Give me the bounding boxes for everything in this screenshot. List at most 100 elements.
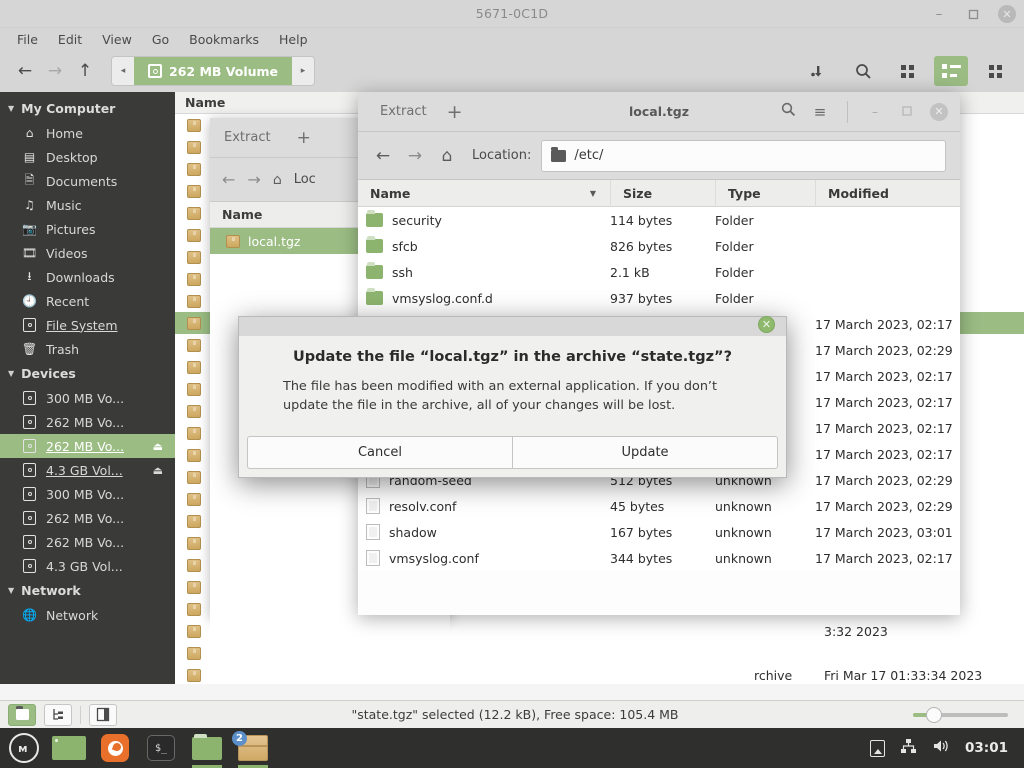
archive-row[interactable]: resolv.conf 45 bytes unknown 17 March 2023,… xyxy=(358,493,960,519)
sidebar-item-device-5[interactable]: 262 MB Vo... xyxy=(0,506,175,530)
sidebar-item-recent[interactable]: 🕘 Recent xyxy=(0,289,175,313)
search-icon[interactable] xyxy=(846,56,880,86)
sidebar-item-documents[interactable]: 🗎 Documents xyxy=(0,169,175,193)
menu-help[interactable]: Help xyxy=(270,30,317,49)
sidebar-item-file-system[interactable]: File System xyxy=(0,313,175,337)
cell-name: vmsyslog.conf.d xyxy=(358,288,610,306)
compact-view-icon[interactable] xyxy=(978,56,1012,86)
sidebar-toggle-icon[interactable] xyxy=(89,703,117,726)
archive-row[interactable]: ssh 2.1 kB Folder xyxy=(358,259,960,285)
clock[interactable]: 03:01 xyxy=(965,740,1008,756)
sidebar-item-device-6[interactable]: 262 MB Vo... xyxy=(0,530,175,554)
menu-view[interactable]: View xyxy=(93,30,141,49)
icon-view-icon[interactable] xyxy=(890,56,924,86)
menu-button[interactable] xyxy=(9,733,39,763)
archive-row[interactable]: sfcb 826 bytes Folder xyxy=(358,233,960,259)
sidebar-group-label: Devices xyxy=(21,366,76,381)
search-icon[interactable] xyxy=(779,102,797,121)
sidebar-item-label: 300 MB Vo... xyxy=(46,390,125,406)
up-icon[interactable]: ↑ xyxy=(72,58,98,84)
cell-modified: 17 March 2023, 02:29 xyxy=(815,342,953,358)
list-view-icon[interactable] xyxy=(934,56,968,86)
add-files-icon[interactable]: + xyxy=(437,101,473,123)
minimize-button[interactable]: – xyxy=(930,5,948,23)
sidebar-item-pictures[interactable]: 📷 Pictures xyxy=(0,217,175,241)
back-icon[interactable]: ← xyxy=(12,58,38,84)
location-input[interactable]: /etc/ xyxy=(541,139,946,172)
close-button[interactable]: ✕ xyxy=(998,5,1016,23)
home-icon[interactable]: ⌂ xyxy=(273,172,282,188)
breadcrumb-scroll-left-icon[interactable]: ◂ xyxy=(112,57,134,85)
back-icon[interactable]: ← xyxy=(372,146,394,166)
zoom-slider-handle[interactable] xyxy=(926,706,942,723)
toggle-location-entry-icon[interactable] xyxy=(802,56,836,86)
sidebar-item-desktop[interactable]: ▤ Desktop xyxy=(0,145,175,169)
menu-file[interactable]: File xyxy=(8,30,47,49)
sidebar-group-network[interactable]: ▼ Network xyxy=(0,578,175,603)
cell-name: resolv.conf xyxy=(358,498,610,514)
archive-row[interactable]: shadow 167 bytes unknown 17 March 2023, 03:… xyxy=(358,519,960,545)
cell-size: 344 bytes xyxy=(610,550,673,566)
sidebar-item-music[interactable]: ♫ Music xyxy=(0,193,175,217)
menu-edit[interactable]: Edit xyxy=(49,30,91,49)
update-button[interactable]: Update xyxy=(512,436,778,469)
sidebar-group-devices[interactable]: ▼ Devices xyxy=(0,361,175,386)
list-view-toggle-icon[interactable] xyxy=(8,703,36,726)
sidebar-item-device-4[interactable]: 300 MB Vo... xyxy=(0,482,175,506)
taskbar-terminal[interactable]: $_ xyxy=(138,728,184,768)
volume-icon[interactable] xyxy=(932,738,950,758)
sidebar-item-trash[interactable]: 🗑 Trash xyxy=(0,337,175,361)
zoom-slider[interactable] xyxy=(913,706,1008,724)
menu-bookmarks[interactable]: Bookmarks xyxy=(180,30,268,49)
sidebar-item-device-0[interactable]: 300 MB Vo... xyxy=(0,386,175,410)
eject-icon[interactable]: ⏏ xyxy=(153,464,163,477)
archive-row[interactable]: vmsyslog.conf.d 937 bytes Folder xyxy=(358,285,960,311)
sidebar-item-device-3[interactable]: 4.3 GB Vol... ⏏ xyxy=(0,458,175,482)
taskbar-window-switcher[interactable] xyxy=(46,728,92,768)
home-icon[interactable]: ⌂ xyxy=(436,146,458,166)
maximize-button[interactable] xyxy=(964,5,982,23)
sidebar-item-videos[interactable]: 🎞 Videos xyxy=(0,241,175,265)
sidebar-item-downloads[interactable]: ⭳ Downloads xyxy=(0,265,175,289)
archive-row[interactable]: security 114 bytes Folder xyxy=(358,207,960,233)
breadcrumb-scroll-right-icon[interactable]: ▸ xyxy=(292,57,315,85)
back-icon[interactable]: ← xyxy=(222,170,235,189)
forward-icon[interactable]: → xyxy=(404,146,426,166)
menu-go[interactable]: Go xyxy=(143,30,178,49)
column-header-size[interactable]: Size xyxy=(610,179,715,207)
eject-icon[interactable] xyxy=(870,739,886,757)
disk-icon xyxy=(22,391,37,406)
hamburger-menu-icon[interactable]: ≡ xyxy=(811,103,829,121)
taskbar-firefox[interactable] xyxy=(92,728,138,768)
taskbar-file-manager[interactable] xyxy=(184,728,230,768)
extract-button[interactable]: Extract xyxy=(224,130,271,145)
column-header-name[interactable]: Name ▼ xyxy=(358,180,610,207)
tree-view-toggle-icon[interactable] xyxy=(44,703,72,726)
sidebar-item-home[interactable]: ⌂ Home xyxy=(0,121,175,145)
add-files-icon[interactable]: + xyxy=(297,128,311,148)
minimize-button[interactable]: – xyxy=(866,105,884,119)
restore-button[interactable] xyxy=(898,105,916,119)
archive-row[interactable]: vmsyslog.conf 344 bytes unknown 17 March 20… xyxy=(358,545,960,571)
eject-icon[interactable]: ⏏ xyxy=(153,440,163,453)
close-icon[interactable]: ✕ xyxy=(758,316,775,333)
sidebar-group-my-computer[interactable]: ▼ My Computer xyxy=(0,96,175,121)
extract-button[interactable]: Extract xyxy=(370,104,437,119)
music-icon: ♫ xyxy=(24,198,35,212)
column-header-name-label: Name xyxy=(370,185,411,201)
forward-icon[interactable]: → xyxy=(42,58,68,84)
network-icon[interactable] xyxy=(900,738,917,758)
sidebar-item-device-7[interactable]: 4.3 GB Vol... xyxy=(0,554,175,578)
column-header-type[interactable]: Type xyxy=(715,179,815,207)
sidebar-item-network[interactable]: 🌐 Network xyxy=(0,603,175,627)
close-button[interactable]: ✕ xyxy=(930,102,948,121)
trash-icon: 🗑 xyxy=(21,342,38,356)
column-header-modified[interactable]: Modified xyxy=(815,179,960,207)
cancel-button[interactable]: Cancel xyxy=(247,436,512,469)
sidebar-item-device-2[interactable]: 262 MB Vo... ⏏ xyxy=(0,434,175,458)
breadcrumb-item-volume[interactable]: 262 MB Volume xyxy=(134,57,293,85)
taskbar-archive-manager[interactable]: 2 xyxy=(230,728,276,768)
sidebar-item-device-1[interactable]: 262 MB Vo... xyxy=(0,410,175,434)
forward-icon[interactable]: → xyxy=(247,170,260,189)
cell-size: 114 bytes xyxy=(610,212,673,228)
